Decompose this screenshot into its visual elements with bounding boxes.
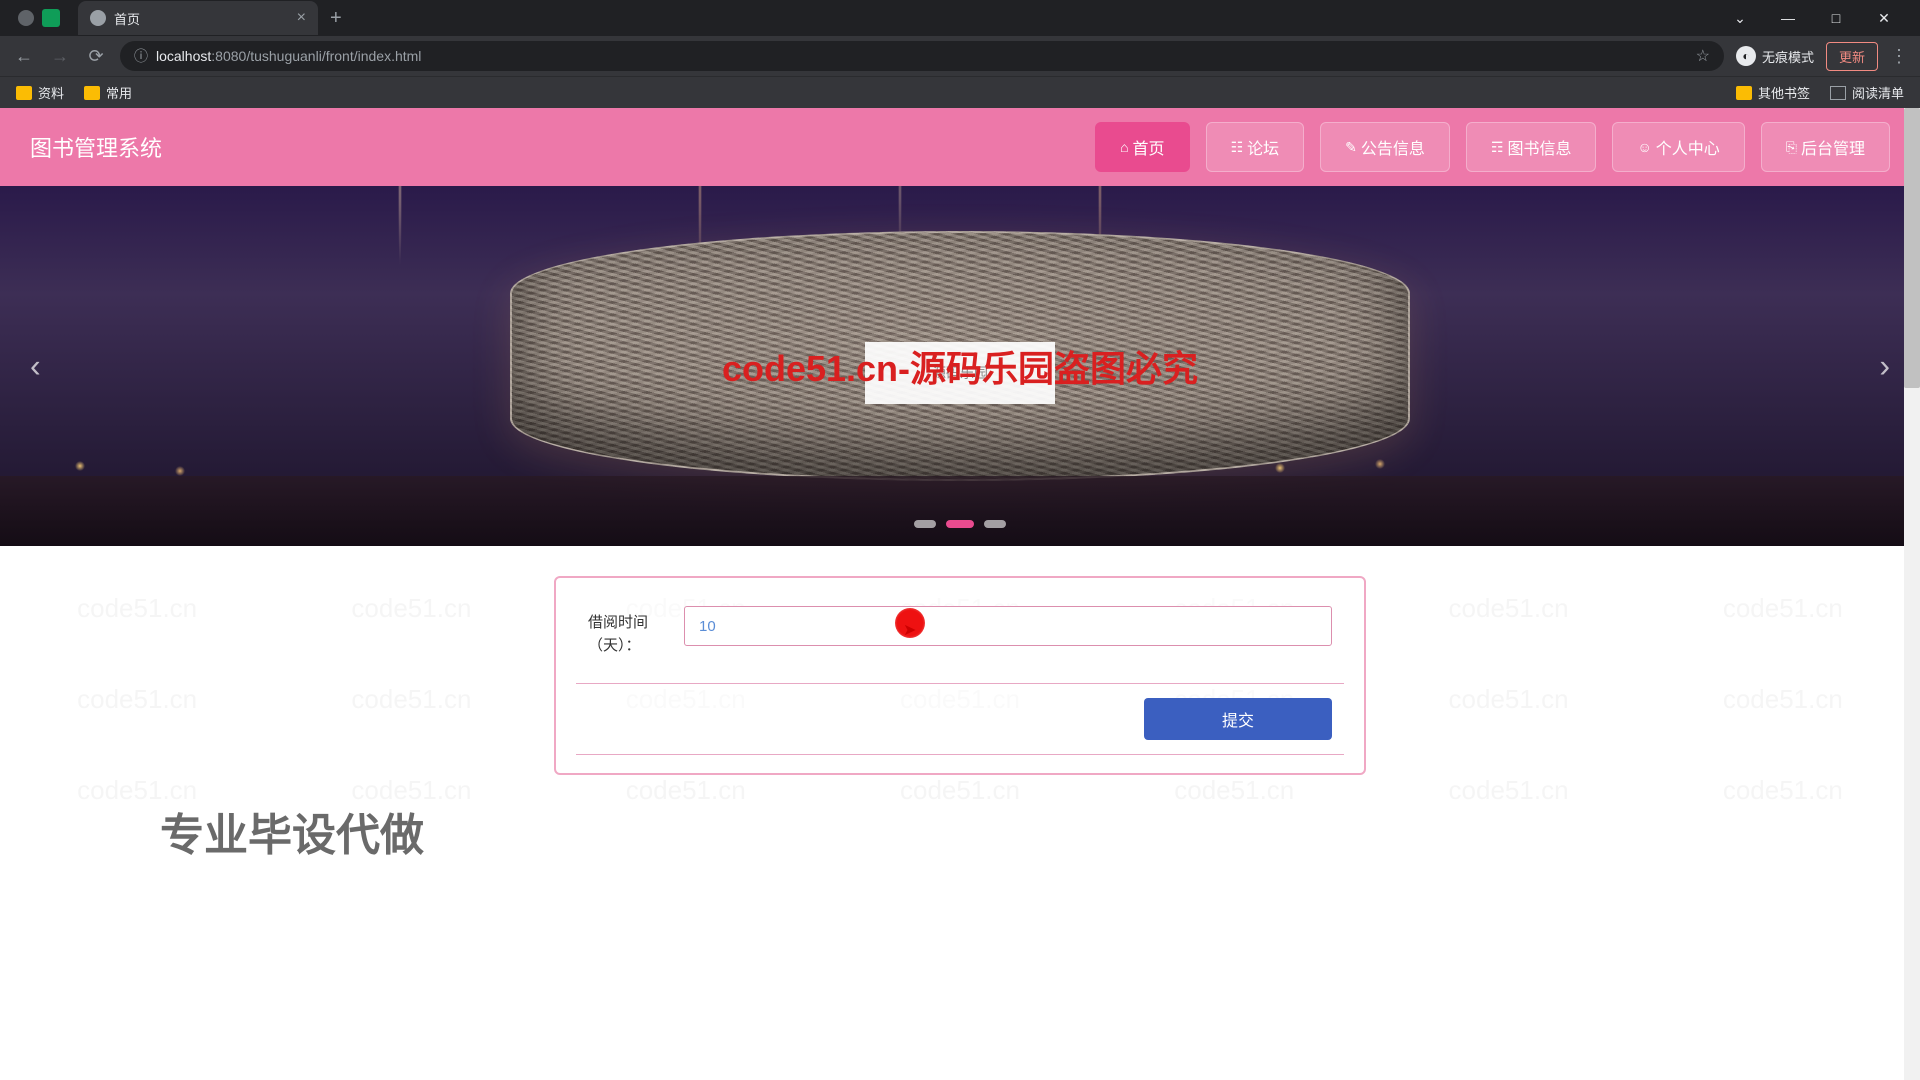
close-icon[interactable]: × [297, 9, 306, 27]
other-bookmarks[interactable]: 其他书签 [1736, 83, 1810, 102]
link-icon: ⎘ [1786, 139, 1797, 156]
nav-label: 论坛 [1247, 135, 1279, 159]
hero-carousel: 源码乐园 code51.cn-源码乐园盗图必究 ‹ › [0, 186, 1920, 546]
nav-home[interactable]: ⌂ 首页 [1095, 122, 1189, 172]
borrow-days-input[interactable] [684, 606, 1332, 646]
update-button[interactable]: 更新 [1826, 42, 1878, 71]
folder-icon [16, 86, 32, 100]
bookmark-label: 资料 [38, 83, 64, 102]
browser-tab-bar: 首页 × + ⌄ — □ ✕ [0, 0, 1920, 36]
carousel-indicator-3[interactable] [984, 520, 1006, 528]
nav-label: 图书信息 [1507, 135, 1571, 159]
carousel-indicator-1[interactable] [914, 520, 936, 528]
tab-strip-left-icons [8, 9, 70, 27]
footer-heading: 专业毕设代做 [160, 799, 1920, 863]
browser-address-bar: ← → ⟳ ⓘ localhost:8080/tushuguanli/front… [0, 36, 1920, 76]
carousel-prev-button[interactable]: ‹ [10, 328, 61, 405]
borrow-form-card: 借阅时间（天）： 提交 [554, 576, 1366, 775]
window-close-icon[interactable]: ✕ [1872, 10, 1896, 27]
extension-icon[interactable] [42, 9, 60, 27]
nav-forum[interactable]: ☷论坛 [1206, 122, 1305, 172]
tab-title: 首页 [114, 9, 289, 28]
nav-label: 个人中心 [1656, 135, 1720, 159]
tab-search-icon[interactable]: ⌄ [1728, 10, 1752, 27]
nav-admin[interactable]: ⎘后台管理 [1761, 122, 1890, 172]
browser-chrome: 首页 × + ⌄ — □ ✕ ← → ⟳ ⓘ localhost:8080/tu… [0, 0, 1920, 108]
minimize-icon[interactable]: — [1776, 10, 1800, 27]
window-controls: ⌄ — □ ✕ [1728, 10, 1912, 27]
globe-icon [90, 10, 106, 26]
bookmark-label: 阅读清单 [1852, 83, 1904, 102]
reload-button[interactable]: ⟳ [84, 46, 108, 67]
nav-profile[interactable]: ☺ 个人中心 [1612, 122, 1744, 172]
bookmark-folder[interactable]: 常用 [84, 83, 132, 102]
bookmark-star-icon[interactable]: ☆ [1696, 46, 1710, 66]
carousel-next-button[interactable]: › [1859, 328, 1910, 405]
bookmark-folder[interactable]: 资料 [16, 83, 64, 102]
form-footer: 提交 [576, 683, 1344, 755]
forum-icon: ☷ [1231, 139, 1244, 156]
incognito-indicator[interactable]: ◐ 无痕模式 [1736, 46, 1814, 66]
site-title: 图书管理系统 [30, 131, 162, 163]
scrollbar-thumb[interactable] [1904, 108, 1920, 388]
app-icon[interactable] [18, 10, 34, 26]
browser-menu-icon[interactable]: ⋮ [1890, 46, 1908, 67]
nav-label: 公告信息 [1361, 135, 1425, 159]
bookmark-label: 常用 [106, 83, 132, 102]
reading-list-icon [1830, 86, 1846, 100]
forward-button[interactable]: → [48, 46, 72, 67]
cursor-arrow-icon: ➤ [903, 620, 916, 640]
page-scrollbar[interactable] [1904, 108, 1920, 1080]
bookmark-label: 其他书签 [1758, 83, 1810, 102]
info-icon: ⓘ [134, 46, 148, 66]
center-watermark-text: code51.cn-源码乐园盗图必究 [722, 340, 1198, 392]
nav-label: 首页 [1133, 135, 1165, 159]
site-header: 图书管理系统 ⌂ 首页 ☷论坛 ✎公告信息 ☶图书信息 ☺ 个人中心 ⎘后台管理 [0, 108, 1920, 186]
incognito-icon: ◐ [1736, 46, 1756, 66]
maximize-icon[interactable]: □ [1824, 10, 1848, 27]
carousel-reflection-decoration [0, 476, 1920, 546]
carousel-indicator-2[interactable] [946, 520, 974, 528]
nav-books[interactable]: ☶图书信息 [1466, 122, 1597, 172]
url-input[interactable]: ⓘ localhost:8080/tushuguanli/front/index… [120, 41, 1724, 71]
url-text: localhost:8080/tushuguanli/front/index.h… [156, 48, 421, 64]
borrow-days-label: 借阅时间（天）： [588, 606, 668, 657]
nav-announcements[interactable]: ✎公告信息 [1320, 122, 1450, 172]
folder-icon [84, 86, 100, 100]
new-tab-button[interactable]: + [330, 7, 342, 30]
submit-button[interactable]: 提交 [1144, 698, 1332, 740]
back-button[interactable]: ← [12, 46, 36, 67]
home-icon: ⌂ [1120, 139, 1128, 155]
user-icon: ☺ [1637, 139, 1651, 155]
book-icon: ☶ [1491, 139, 1504, 156]
carousel-indicators [914, 520, 1006, 528]
main-nav: ⌂ 首页 ☷论坛 ✎公告信息 ☶图书信息 ☺ 个人中心 ⎘后台管理 [1095, 122, 1890, 172]
announcement-icon: ✎ [1345, 139, 1357, 156]
bookmark-bar: 资料 常用 其他书签 阅读清单 [0, 76, 1920, 108]
reading-list[interactable]: 阅读清单 [1830, 83, 1904, 102]
browser-tab-active[interactable]: 首页 × [78, 1, 318, 35]
form-row: 借阅时间（天）： [576, 606, 1344, 657]
folder-icon [1736, 86, 1752, 100]
page-viewport: code51.cncode51.cncode51.cncode51.cncode… [0, 108, 1920, 1080]
incognito-label: 无痕模式 [1762, 47, 1814, 66]
nav-label: 后台管理 [1801, 135, 1865, 159]
